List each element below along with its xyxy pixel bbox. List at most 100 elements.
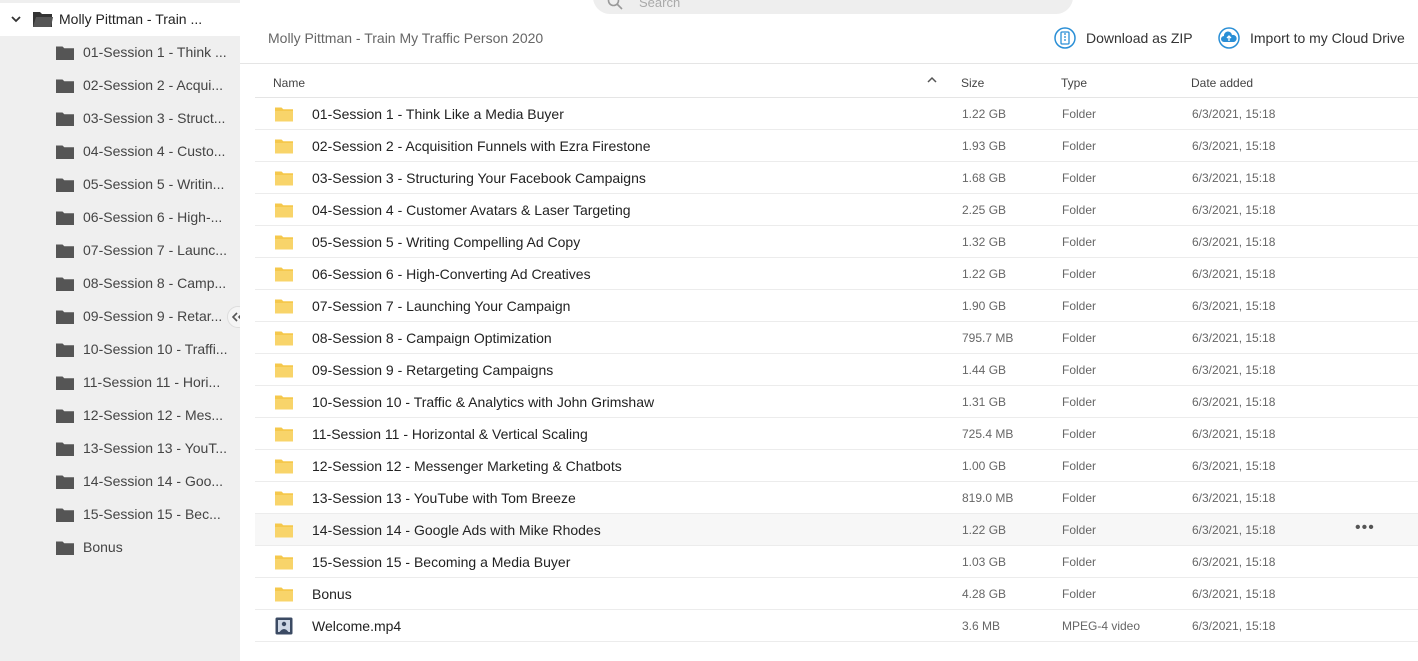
folder-icon [56,277,74,291]
file-name[interactable]: 03-Session 3 - Structuring Your Facebook… [312,170,646,186]
folder-icon [56,244,74,258]
file-size: 1.22 GB [962,523,1007,537]
folder-icon [275,587,293,602]
folder-icon [275,491,293,506]
file-type: Folder [1062,267,1097,281]
table-row[interactable]: 05-Session 5 - Writing Compelling Ad Cop… [255,226,1418,258]
folder-icon [275,171,293,186]
file-size: 1.03 GB [962,555,1007,569]
file-date-added: 6/3/2021, 15:18 [1192,203,1276,217]
file-type: Folder [1062,491,1097,505]
sidebar-folder-item[interactable]: 11-Session 11 - Hori... [56,367,236,397]
column-header-type[interactable]: Type [1061,76,1087,90]
file-date-added: 6/3/2021, 15:18 [1192,459,1276,473]
table-row[interactable]: 14-Session 14 - Google Ads with Mike Rho… [255,514,1418,546]
file-name[interactable]: 09-Session 9 - Retargeting Campaigns [312,362,553,378]
file-name[interactable]: 02-Session 2 - Acquisition Funnels with … [312,138,651,154]
sidebar-folder-label: 08-Session 8 - Camp... [83,275,227,291]
file-type: Folder [1062,395,1097,409]
folder-icon [56,508,74,522]
file-name[interactable]: 10-Session 10 - Traffic & Analytics with… [312,394,654,410]
file-name[interactable]: 06-Session 6 - High-Converting Ad Creati… [312,266,591,282]
folder-icon [56,145,74,159]
table-row[interactable]: 01-Session 1 - Think Like a Media Buyer 1… [255,98,1418,130]
sidebar-folder-item[interactable]: 09-Session 9 - Retar... [56,301,236,331]
sidebar-folder-item[interactable]: 04-Session 4 - Custo... [56,136,236,166]
sidebar-folder-item[interactable]: 14-Session 14 - Goo... [56,466,236,496]
file-name[interactable]: 07-Session 7 - Launching Your Campaign [312,298,570,314]
file-name[interactable]: 01-Session 1 - Think Like a Media Buyer [312,106,564,122]
sidebar-folder-item[interactable]: 15-Session 15 - Bec... [56,499,236,529]
sidebar-folder-item[interactable]: 01-Session 1 - Think ... [56,37,236,67]
sidebar-root-folder[interactable]: Molly Pittman - Train ... [0,3,240,36]
sidebar-folder-label: 04-Session 4 - Custo... [83,143,226,159]
file-date-added: 6/3/2021, 15:18 [1192,523,1276,537]
sidebar-folder-label: 09-Session 9 - Retar... [83,308,223,324]
file-type: Folder [1062,235,1097,249]
file-name[interactable]: 04-Session 4 - Customer Avatars & Laser … [312,202,631,218]
sidebar: Molly Pittman - Train ... 01-Session 1 -… [0,0,240,661]
sidebar-folder-label: Bonus [83,539,123,555]
sidebar-folder-item[interactable]: 02-Session 2 - Acqui... [56,70,236,100]
table-header: Name Size Type Date added [255,66,1418,98]
file-name[interactable]: 11-Session 11 - Horizontal & Vertical Sc… [312,426,588,442]
table-row[interactable]: 10-Session 10 - Traffic & Analytics with… [255,386,1418,418]
sidebar-root-label: Molly Pittman - Train ... [59,11,203,27]
column-header-date[interactable]: Date added [1191,76,1253,90]
sidebar-folder-item[interactable]: 12-Session 12 - Mes... [56,400,236,430]
sidebar-folder-item[interactable]: 06-Session 6 - High-... [56,202,236,232]
sidebar-folder-label: 03-Session 3 - Struct... [83,110,226,126]
sidebar-folder-item[interactable]: 03-Session 3 - Struct... [56,103,236,133]
sort-ascending-icon[interactable] [927,74,937,88]
file-name[interactable]: 05-Session 5 - Writing Compelling Ad Cop… [312,234,580,250]
sidebar-folder-item[interactable]: 08-Session 8 - Camp... [56,268,236,298]
file-name[interactable]: 15-Session 15 - Becoming a Media Buyer [312,554,570,570]
sidebar-folder-item[interactable]: 07-Session 7 - Launc... [56,235,236,265]
download-zip-button[interactable]: Download as ZIP [1054,26,1193,50]
file-type: Folder [1062,139,1097,153]
file-type: Folder [1062,459,1097,473]
search-input[interactable]: Search [593,0,1073,14]
file-size: 1.90 GB [962,299,1007,313]
table-row[interactable]: 04-Session 4 - Customer Avatars & Laser … [255,194,1418,226]
file-name[interactable]: 13-Session 13 - YouTube with Tom Breeze [312,490,576,506]
sidebar-folder-item[interactable]: Bonus [56,532,236,562]
table-row[interactable]: 12-Session 12 - Messenger Marketing & Ch… [255,450,1418,482]
cloud-upload-icon [1218,27,1240,49]
table-row[interactable]: 08-Session 8 - Campaign Optimization 795.… [255,322,1418,354]
sidebar-folder-label: 12-Session 12 - Mes... [83,407,224,423]
column-header-size[interactable]: Size [961,76,984,90]
file-name[interactable]: Welcome.mp4 [312,618,401,634]
folder-icon [275,459,293,474]
import-cloud-drive-button[interactable]: Import to my Cloud Drive [1218,26,1405,50]
more-options-button[interactable]: ••• [1355,519,1375,537]
table-row[interactable]: 09-Session 9 - Retargeting Campaigns 1.44… [255,354,1418,386]
file-date-added: 6/3/2021, 15:18 [1192,139,1276,153]
table-row[interactable]: 06-Session 6 - High-Converting Ad Creati… [255,258,1418,290]
video-file-icon [275,617,293,635]
file-date-added: 6/3/2021, 15:18 [1192,235,1276,249]
table-row[interactable]: 03-Session 3 - Structuring Your Facebook… [255,162,1418,194]
sidebar-folder-item[interactable]: 13-Session 13 - YouT... [56,433,236,463]
file-name[interactable]: 08-Session 8 - Campaign Optimization [312,330,552,346]
folder-icon [56,442,74,456]
download-zip-label: Download as ZIP [1086,30,1193,46]
folder-icon [275,235,293,250]
sidebar-folder-item[interactable]: 10-Session 10 - Traffi... [56,334,236,364]
table-row[interactable]: 07-Session 7 - Launching Your Campaign 1.… [255,290,1418,322]
table-row[interactable]: 11-Session 11 - Horizontal & Vertical Sc… [255,418,1418,450]
search-icon [607,0,623,10]
file-table-body: 01-Session 1 - Think Like a Media Buyer 1… [255,98,1418,642]
double-chevron-left-icon [232,312,240,322]
file-name[interactable]: Bonus [312,586,352,602]
table-row[interactable]: Bonus 4.28 GB Folder 6/3/2021, 15:18 [255,578,1418,610]
chevron-down-icon[interactable] [10,13,22,25]
file-name[interactable]: 14-Session 14 - Google Ads with Mike Rho… [312,522,601,538]
table-row[interactable]: 13-Session 13 - YouTube with Tom Breeze 8… [255,482,1418,514]
table-row[interactable]: 15-Session 15 - Becoming a Media Buyer 1.… [255,546,1418,578]
sidebar-folder-item[interactable]: 05-Session 5 - Writin... [56,169,236,199]
column-header-name[interactable]: Name [273,76,305,90]
table-row[interactable]: 02-Session 2 - Acquisition Funnels with … [255,130,1418,162]
table-row[interactable]: Welcome.mp4 3.6 MB MPEG-4 video 6/3/2021, 1… [255,610,1418,642]
file-name[interactable]: 12-Session 12 - Messenger Marketing & Ch… [312,458,622,474]
